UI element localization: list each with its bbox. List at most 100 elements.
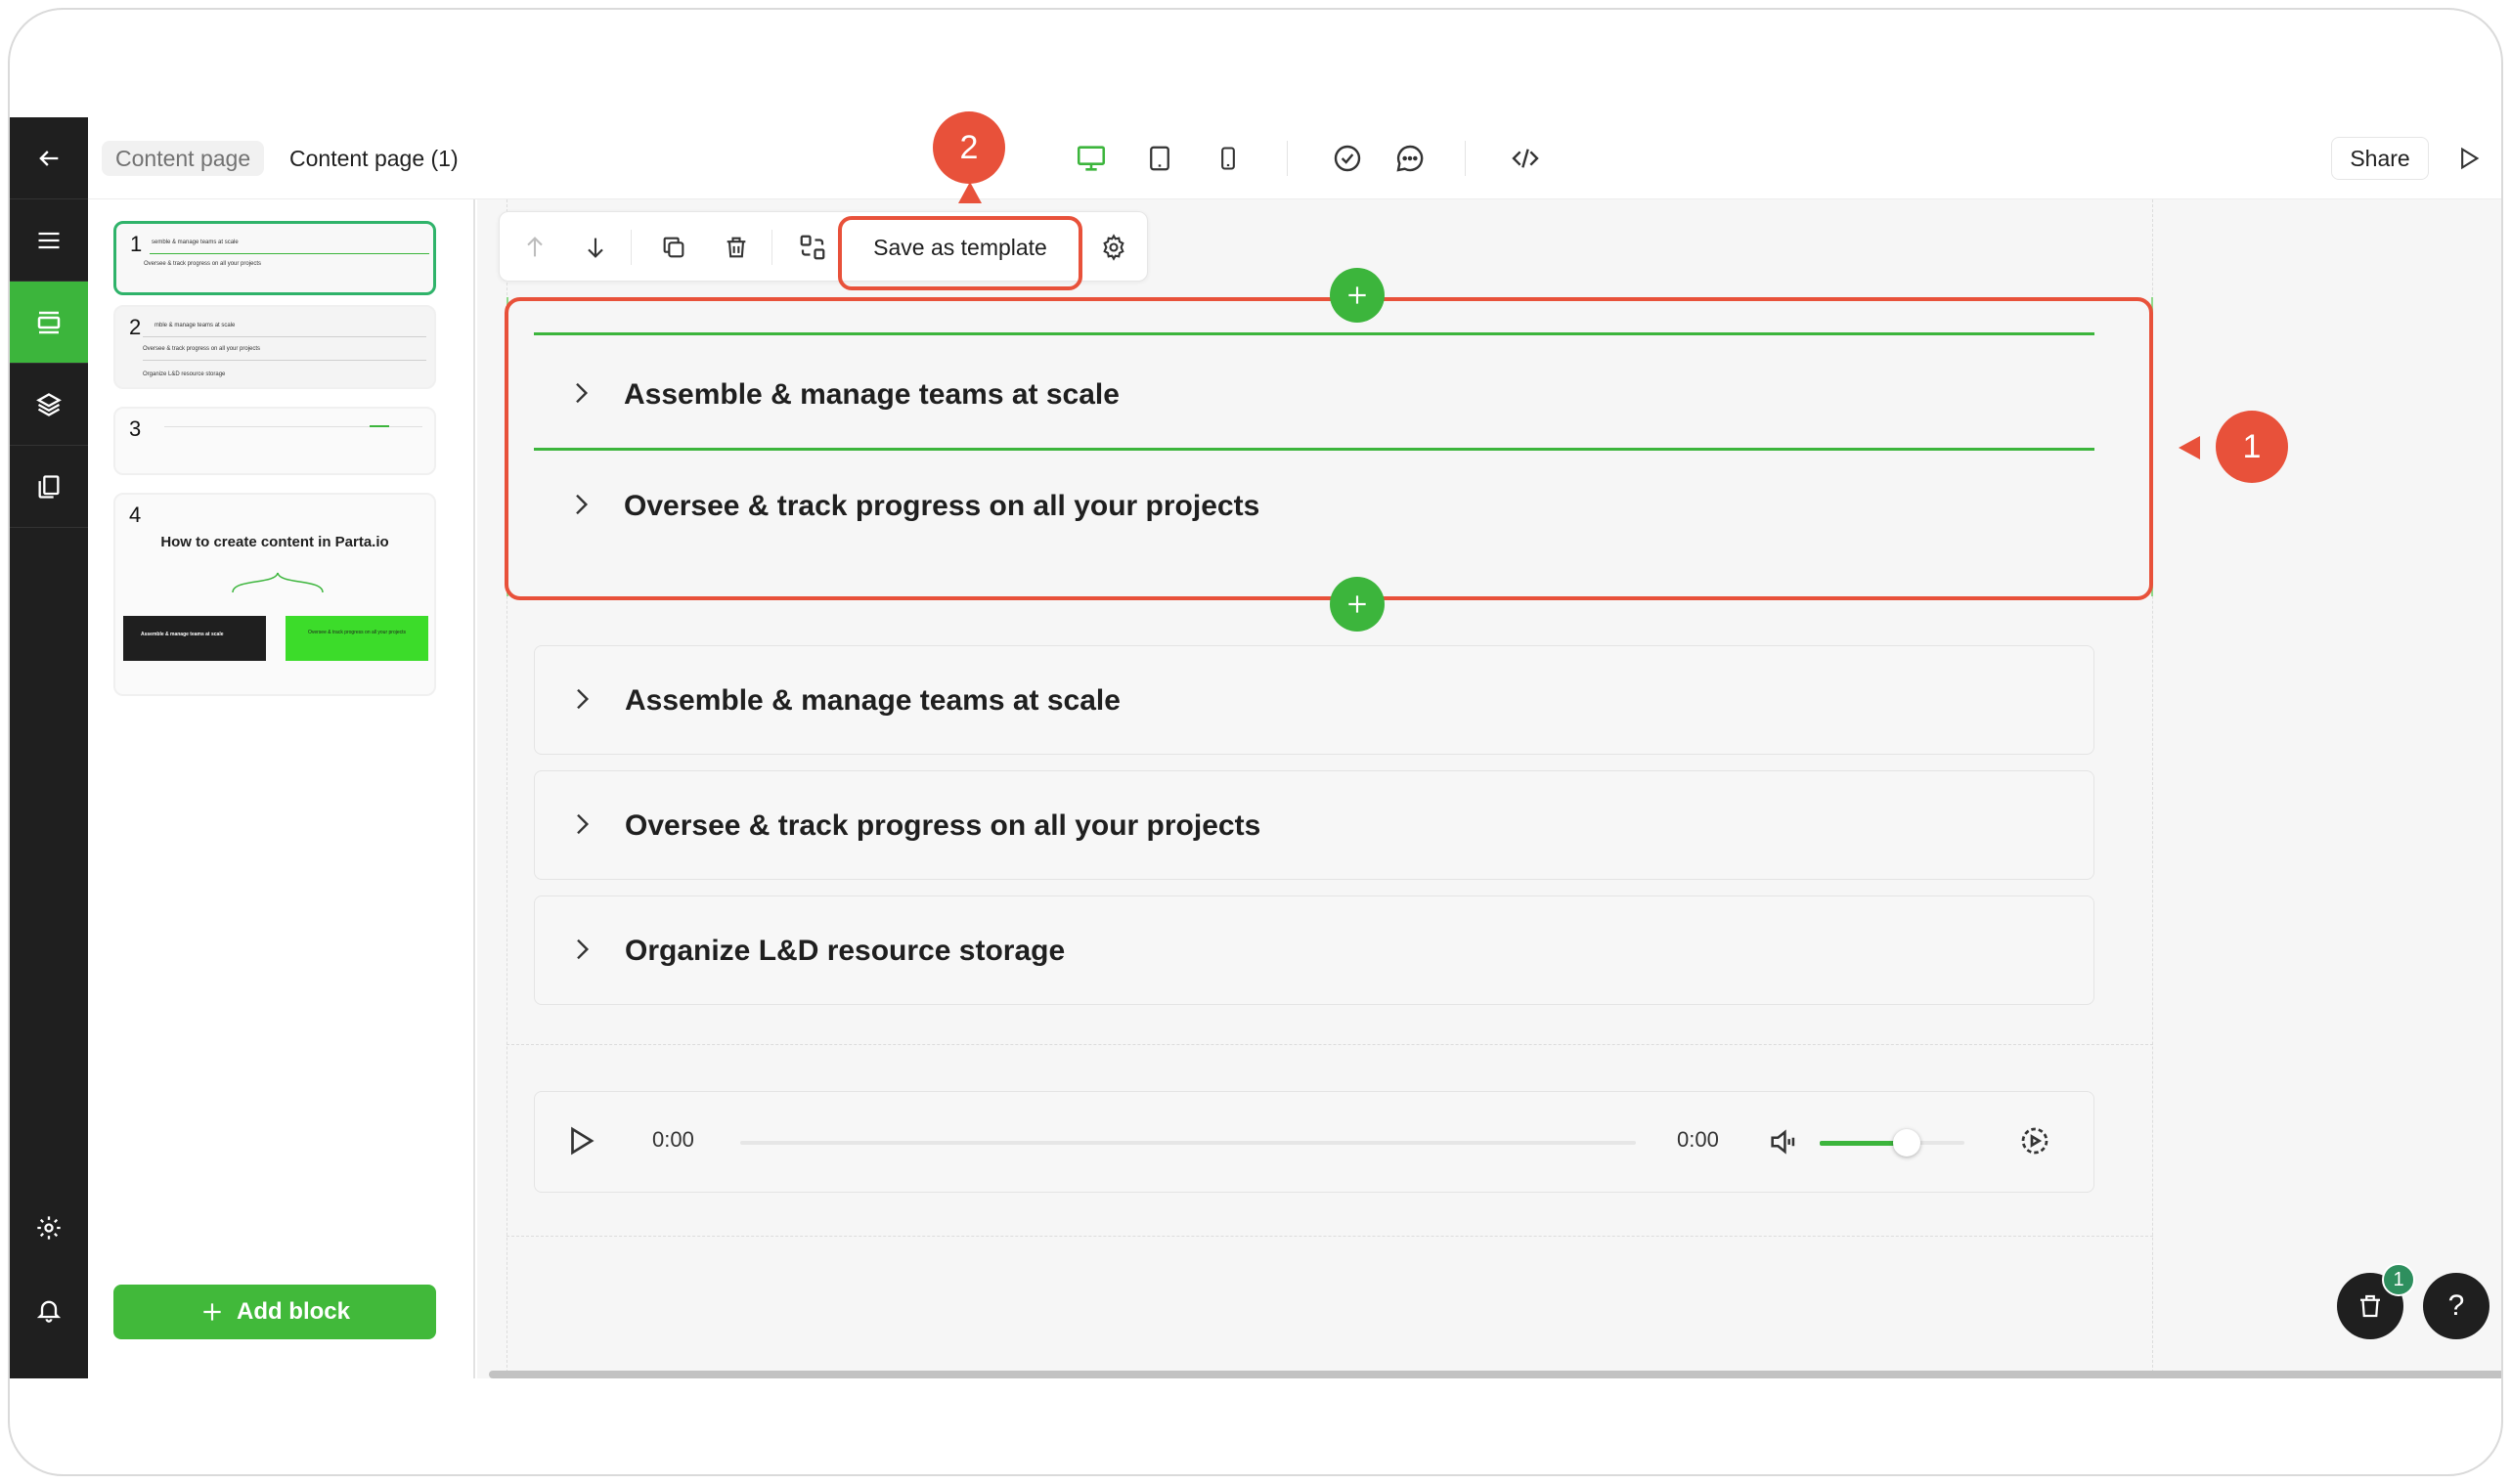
accordion-item-label: Oversee & track progress on all your pro… bbox=[625, 809, 1261, 842]
editor: Content page Content page (1) Share 1 se… bbox=[10, 111, 2501, 1378]
audio-current-time: 0:00 bbox=[652, 1127, 694, 1152]
block-separator bbox=[507, 1044, 2153, 1045]
comments-button[interactable] bbox=[1390, 139, 1430, 178]
help-button[interactable]: ? bbox=[2423, 1273, 2489, 1339]
slide-box-text: Oversee & track progress on all your pro… bbox=[307, 630, 407, 635]
pages-tab[interactable] bbox=[10, 446, 88, 528]
plus-icon bbox=[1348, 595, 1366, 613]
callout-pointer bbox=[958, 182, 982, 203]
slide-thumbnail-1[interactable]: 1 semble & manage teams at scale Oversee… bbox=[113, 221, 436, 295]
mute-button[interactable] bbox=[1767, 1125, 1800, 1158]
notification-badge: 1 bbox=[2382, 1263, 2415, 1296]
slide-thumbnail-4[interactable]: 4 How to create content in Parta.io Asse… bbox=[113, 493, 436, 696]
delete-button[interactable] bbox=[717, 228, 756, 267]
bell-icon bbox=[36, 1300, 62, 1323]
share-button[interactable]: Share bbox=[2331, 137, 2429, 180]
speed-icon bbox=[2021, 1127, 2048, 1155]
slide-line: Organize L&D resource storage bbox=[143, 371, 226, 377]
chevron-right-icon bbox=[577, 688, 590, 710]
add-block-label: Add block bbox=[236, 1298, 350, 1325]
swap-block-button[interactable] bbox=[793, 228, 832, 267]
gear-icon bbox=[37, 1216, 61, 1240]
slide-line: Oversee & track progress on all your pro… bbox=[144, 261, 262, 267]
swap-icon bbox=[800, 235, 825, 260]
slide-number: 2 bbox=[129, 315, 142, 339]
block-settings-button[interactable] bbox=[1094, 228, 1133, 267]
desktop-view-button[interactable] bbox=[1072, 139, 1111, 178]
audio-seek-bar[interactable] bbox=[740, 1141, 1636, 1145]
slide-line: Oversee & track progress on all your pro… bbox=[143, 346, 261, 352]
divider bbox=[1287, 141, 1288, 176]
layers-tab[interactable] bbox=[10, 364, 88, 446]
tablet-view-button[interactable] bbox=[1140, 139, 1179, 178]
play-icon bbox=[2461, 147, 2480, 170]
audio-play-button[interactable] bbox=[562, 1123, 597, 1158]
blocks-tab[interactable] bbox=[10, 282, 88, 364]
add-block-button[interactable]: Add block bbox=[113, 1285, 436, 1339]
move-up-button[interactable] bbox=[515, 228, 554, 267]
editor-canvas: Save as template 2 Assemble & manage tea… bbox=[477, 111, 2501, 1378]
arrow-left-icon bbox=[39, 150, 59, 166]
callout-1: 1 bbox=[2216, 411, 2288, 483]
top-bar: Content page Content page (1) Share bbox=[88, 117, 2501, 199]
volume-icon bbox=[1771, 1129, 1795, 1155]
desktop-icon bbox=[1077, 146, 1106, 171]
slides-panel: 1 semble & manage teams at scale Oversee… bbox=[88, 199, 475, 1378]
slide-number: 3 bbox=[129, 416, 142, 441]
accordion-item-label: Organize L&D resource storage bbox=[625, 935, 1066, 967]
slide-box-text: Assemble & manage teams at scale bbox=[141, 632, 224, 637]
audio-player: 0:00 0:00 bbox=[534, 1091, 2094, 1193]
callout-2: 2 bbox=[933, 111, 1005, 184]
accordion-item[interactable]: Assemble & manage teams at scale bbox=[534, 645, 2094, 755]
slide-thumbnail-2[interactable]: 2 mble & manage teams at scale Oversee &… bbox=[113, 305, 436, 389]
move-down-button[interactable] bbox=[576, 228, 615, 267]
arrow-up-icon bbox=[527, 237, 543, 257]
playback-speed-button[interactable] bbox=[2017, 1123, 2052, 1158]
accordion-item[interactable]: Organize L&D resource storage bbox=[534, 895, 2094, 1005]
check-button[interactable] bbox=[1328, 139, 1367, 178]
back-button[interactable] bbox=[10, 117, 88, 199]
block-separator bbox=[507, 1236, 2153, 1237]
selected-block-highlight bbox=[505, 297, 2153, 600]
gear-icon bbox=[1103, 234, 1124, 261]
mobile-icon bbox=[1221, 147, 1235, 170]
play-icon bbox=[571, 1126, 595, 1156]
hamburger-icon bbox=[38, 232, 60, 248]
chevron-right-icon bbox=[577, 938, 590, 960]
breadcrumb-parent[interactable]: Content page bbox=[102, 141, 265, 176]
divider bbox=[150, 253, 429, 254]
notifications-button[interactable] bbox=[10, 1269, 88, 1351]
settings-button[interactable] bbox=[10, 1187, 88, 1269]
mobile-view-button[interactable] bbox=[1209, 139, 1248, 178]
horizontal-scrollbar[interactable] bbox=[489, 1371, 2501, 1378]
brace-icon bbox=[232, 572, 324, 593]
embed-code-button[interactable] bbox=[1506, 139, 1545, 178]
duplicate-button[interactable] bbox=[654, 228, 693, 267]
insert-block-above-button[interactable] bbox=[1330, 268, 1385, 323]
insert-block-below-button[interactable] bbox=[1330, 577, 1385, 632]
audio-duration: 0:00 bbox=[1677, 1127, 1719, 1152]
slide-thumbnail-3[interactable]: 3 bbox=[113, 407, 436, 475]
menu-button[interactable] bbox=[10, 199, 88, 282]
volume-handle[interactable] bbox=[1892, 1129, 1920, 1157]
app-window: Content page Content page (1) Share 1 se… bbox=[8, 8, 2503, 1476]
arrow-down-icon bbox=[588, 238, 603, 258]
trash-bin-icon bbox=[2360, 1294, 2380, 1318]
slide-number: 1 bbox=[130, 232, 143, 256]
preview-button[interactable] bbox=[2448, 139, 2488, 178]
slide-title: How to create content in Parta.io bbox=[160, 534, 389, 550]
divider bbox=[771, 230, 772, 265]
slide-line: semble & manage teams at scale bbox=[152, 240, 239, 245]
left-rail bbox=[10, 117, 88, 1378]
tablet-icon bbox=[1150, 146, 1169, 171]
blocks-icon bbox=[37, 311, 61, 333]
copy-icon bbox=[663, 237, 684, 258]
page-title[interactable]: Content page (1) bbox=[289, 141, 459, 176]
divider bbox=[631, 230, 632, 265]
slide-box-green: Oversee & track progress on all your pro… bbox=[286, 616, 428, 661]
accordion-item[interactable]: Oversee & track progress on all your pro… bbox=[534, 770, 2094, 880]
save-template-highlight bbox=[838, 216, 1082, 290]
documents-icon bbox=[38, 474, 60, 499]
slide-line: mble & manage teams at scale bbox=[154, 323, 236, 328]
volume-slider[interactable] bbox=[1820, 1129, 1964, 1157]
